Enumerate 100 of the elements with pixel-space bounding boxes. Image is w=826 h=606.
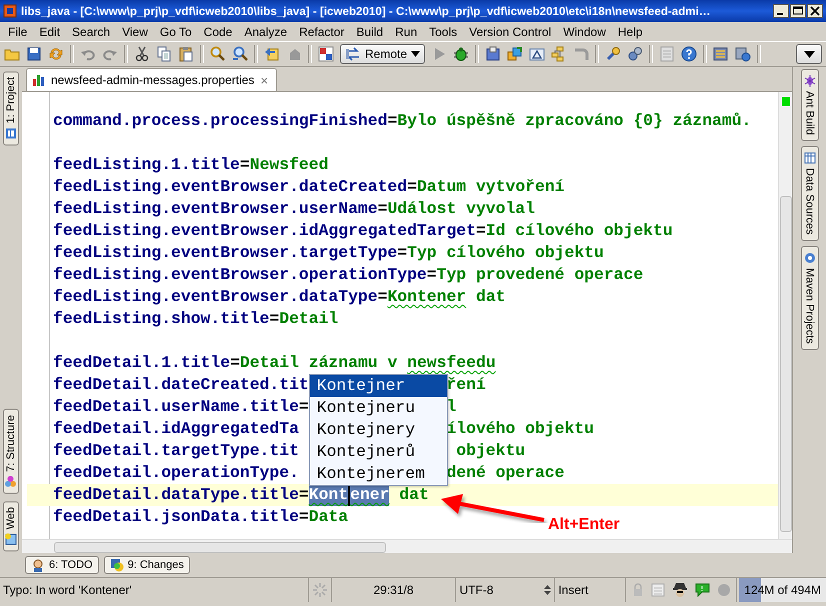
run-configuration-dropdown[interactable]: Remote bbox=[340, 44, 426, 64]
property-key: feedListing.eventBrowser.operationType bbox=[53, 264, 427, 286]
misspelled-word: newsfeedu bbox=[407, 352, 496, 374]
caret-position[interactable]: 29:31/8 bbox=[332, 578, 456, 602]
property-key: feedListing.eventBrowser.targetType bbox=[53, 242, 398, 264]
maximize-icon[interactable] bbox=[790, 4, 806, 18]
help-icon[interactable] bbox=[681, 46, 698, 62]
search-icon[interactable] bbox=[232, 46, 248, 62]
selected-word: ener bbox=[350, 484, 390, 506]
swap-icon bbox=[345, 47, 361, 61]
suggestion-item[interactable]: Kontejnerů bbox=[310, 441, 448, 463]
property-value: Data bbox=[308, 506, 348, 528]
window-title: libs_java - [C:\www\p_prj\p_vdf\icweb2010\libs_java] - [icweb2010] - C:\www\p_prj\p_vdf\icweb2010\etc\i18n\newsfeed-admi… bbox=[21, 4, 712, 18]
inspector-icon[interactable] bbox=[672, 582, 688, 598]
bar-chart-icon bbox=[33, 74, 45, 86]
menu-item[interactable]: Build bbox=[350, 24, 390, 38]
person-icon bbox=[31, 558, 45, 572]
property-value: Datum vytvoření bbox=[416, 176, 564, 198]
tool-window-button[interactable]: 9: Changes bbox=[104, 556, 190, 574]
equals-sign: = bbox=[378, 198, 388, 220]
menu-item[interactable]: Go To bbox=[154, 24, 198, 38]
search-icon[interactable] bbox=[210, 46, 226, 62]
close-icon[interactable] bbox=[807, 4, 823, 18]
property-key: feedDetail.idAggregatedTa bbox=[53, 418, 299, 440]
property-key: feedDetail.1.title bbox=[53, 352, 230, 374]
menu-item[interactable]: Search bbox=[66, 24, 116, 38]
property-value: Typ cílového objektu bbox=[407, 242, 604, 264]
status-ok-icon bbox=[782, 97, 790, 106]
equals-sign: = bbox=[407, 176, 417, 198]
property-key: feedListing.eventBrowser.idAggregatedTarget bbox=[53, 220, 476, 242]
code-editor[interactable] bbox=[22, 92, 778, 539]
wrench-icon[interactable] bbox=[605, 46, 622, 62]
suggestion-item[interactable]: Kontejner bbox=[310, 375, 448, 397]
boxes-icon[interactable] bbox=[507, 46, 524, 62]
balloon-icon[interactable] bbox=[694, 583, 710, 597]
caret-icon bbox=[804, 50, 814, 58]
menu-item[interactable]: Analyze bbox=[238, 24, 294, 38]
close-tab-button[interactable]: × bbox=[260, 72, 268, 88]
memory-indicator[interactable]: 124M of 494M bbox=[739, 578, 826, 602]
sync-icon[interactable] bbox=[48, 46, 64, 62]
scissors-icon[interactable] bbox=[134, 46, 150, 62]
back-arrow-icon[interactable] bbox=[264, 46, 280, 62]
tool-window-tab[interactable]: 1: Project bbox=[3, 71, 19, 146]
property-value: Id cílového objektu bbox=[486, 220, 673, 242]
menu-item[interactable]: Run bbox=[389, 24, 424, 38]
clipboard-icon[interactable] bbox=[178, 46, 194, 62]
vertical-scrollbar[interactable] bbox=[778, 92, 792, 539]
up-down-icon bbox=[544, 585, 552, 595]
menu-item[interactable]: File bbox=[2, 24, 34, 38]
project-icon bbox=[5, 127, 17, 140]
equals-sign: = bbox=[476, 220, 486, 242]
menu-item[interactable]: Tools bbox=[423, 24, 464, 38]
tool-window-button[interactable]: 6: TODO bbox=[25, 556, 99, 574]
menu-item[interactable]: Code bbox=[198, 24, 238, 38]
minimize-icon[interactable] bbox=[773, 4, 789, 18]
property-value: dat bbox=[398, 484, 429, 506]
insert-mode[interactable]: Insert bbox=[555, 578, 626, 602]
equals-sign: = bbox=[298, 396, 309, 418]
property-key: feedDetail.operationType. bbox=[53, 462, 299, 484]
property-key: feedListing.show.title bbox=[53, 308, 270, 330]
equals-sign: = bbox=[298, 506, 309, 528]
spinner-icon bbox=[312, 583, 327, 597]
toolbar-menu-button[interactable] bbox=[796, 44, 822, 64]
menu-item[interactable]: Refactor bbox=[293, 24, 350, 38]
equals-sign: = bbox=[269, 308, 280, 330]
scrollbar-thumb[interactable] bbox=[780, 196, 792, 532]
property-key: feedListing.eventBrowser.userName bbox=[53, 198, 378, 220]
tool-window-tab[interactable]: Ant Build bbox=[800, 69, 818, 142]
copy-icon[interactable] bbox=[156, 46, 172, 62]
property-key: command.process.processingFinished bbox=[53, 110, 388, 132]
equals-sign: = bbox=[387, 110, 398, 132]
gears-icon[interactable] bbox=[627, 46, 644, 62]
tool-window-tab[interactable]: Web bbox=[3, 500, 19, 551]
suggestion-item[interactable]: Kontejnerem bbox=[310, 463, 448, 485]
menu-item[interactable]: Edit bbox=[33, 24, 66, 38]
editor-tab[interactable]: newsfeed-admin-messages.properties × bbox=[26, 68, 278, 91]
menu-item[interactable]: Version Control bbox=[463, 24, 558, 38]
menu-item[interactable]: Help bbox=[612, 24, 649, 38]
selected-word: Kont bbox=[308, 484, 348, 506]
floppy-icon[interactable] bbox=[26, 46, 42, 62]
equals-sign: = bbox=[230, 352, 240, 374]
property-value: ílového objektu bbox=[446, 418, 594, 440]
property-value: objektu bbox=[455, 440, 526, 462]
annotation-label: Alt+Enter bbox=[548, 515, 620, 535]
property-key: feedDetail.dateCreated.tit bbox=[53, 374, 309, 396]
property-key: feedListing.eventBrowser.dataType bbox=[53, 286, 378, 308]
menu-item[interactable]: Window bbox=[557, 24, 612, 38]
tool-window-tab[interactable]: 7: Structure bbox=[3, 408, 19, 494]
property-value: Událost vyvolal bbox=[387, 198, 535, 220]
scrollbar-thumb[interactable] bbox=[54, 542, 386, 553]
tool-window-tab[interactable]: Data Sources bbox=[800, 146, 818, 241]
file-encoding[interactable]: UTF-8 bbox=[459, 583, 494, 597]
menu-item[interactable]: View bbox=[116, 24, 154, 38]
suggestion-item[interactable]: Kontejnery bbox=[310, 419, 448, 441]
tool-window-tab[interactable]: Maven Projects bbox=[800, 246, 818, 350]
horizontal-scrollbar[interactable] bbox=[22, 539, 792, 553]
property-value: Newsfeed bbox=[250, 154, 328, 176]
table-icon bbox=[804, 152, 816, 164]
suggestion-item[interactable]: Kontejneru bbox=[310, 397, 448, 419]
property-key: feedDetail.targetType.tit bbox=[53, 440, 299, 462]
